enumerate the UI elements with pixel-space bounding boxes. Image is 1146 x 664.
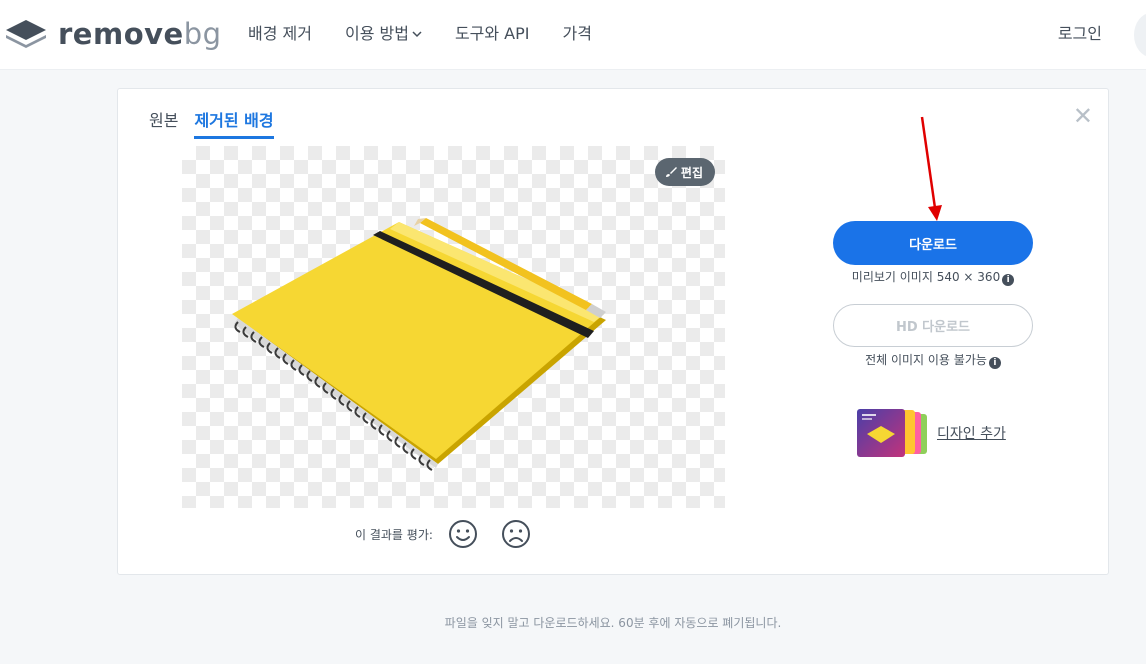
download-button[interactable]: 다운로드 <box>833 221 1033 265</box>
logo-icon <box>6 20 46 48</box>
rating-bar: 이 결과를 평가: <box>355 518 553 550</box>
header-edge-element[interactable] <box>1134 13 1146 57</box>
login-link[interactable]: 로그인 <box>1058 24 1102 44</box>
nav-how-to-use[interactable]: 이용 방법 <box>345 24 422 44</box>
result-card: ✕ 원본 제거된 배경 편집 이 결과를 평가: 다운로드 미리보기 이미지 5… <box>117 88 1109 575</box>
brush-icon <box>665 167 677 177</box>
design-thumbnail-icon <box>857 409 927 457</box>
tab-removed-background[interactable]: 제거된 배경 <box>194 111 274 139</box>
close-icon[interactable]: ✕ <box>1073 103 1093 129</box>
edit-button[interactable]: 편집 <box>654 158 715 186</box>
footer-notice: 파일을 잊지 말고 다운로드하세요. 60분 후에 자동으로 폐기됩니다. <box>444 616 782 630</box>
tab-original[interactable]: 원본 <box>149 111 178 139</box>
result-tabs: 원본 제거된 배경 <box>149 111 290 139</box>
download-info: 미리보기 이미지 540 × 360 i <box>833 269 1033 286</box>
smile-face-icon[interactable] <box>447 518 479 550</box>
nav-tools-api[interactable]: 도구와 API <box>455 24 530 44</box>
add-design[interactable]: 디자인 추가 <box>857 409 1006 457</box>
rating-label: 이 결과를 평가: <box>355 527 433 542</box>
hd-download-button[interactable]: HD 다운로드 <box>833 304 1033 347</box>
info-icon[interactable]: i <box>1002 274 1015 286</box>
result-preview: 편집 <box>182 146 725 508</box>
info-icon[interactable]: i <box>988 357 1001 369</box>
hd-download-info: 전체 이미지 이용 불가능 i <box>833 352 1033 369</box>
notebook-image <box>232 218 606 471</box>
logo[interactable]: removebg <box>4 17 222 51</box>
main-nav: 배경 제거 이용 방법 도구와 API 가격 <box>248 24 625 44</box>
nav-pricing[interactable]: 가격 <box>563 24 592 44</box>
chevron-down-icon <box>412 24 422 44</box>
nav-remove-background[interactable]: 배경 제거 <box>248 24 312 44</box>
logo-wordmark: removebg <box>58 17 222 51</box>
site-header: removebg 배경 제거 이용 방법 도구와 API 가격 로그인 <box>0 0 1146 70</box>
add-design-link[interactable]: 디자인 추가 <box>937 423 1006 443</box>
frown-face-icon[interactable] <box>500 518 532 550</box>
